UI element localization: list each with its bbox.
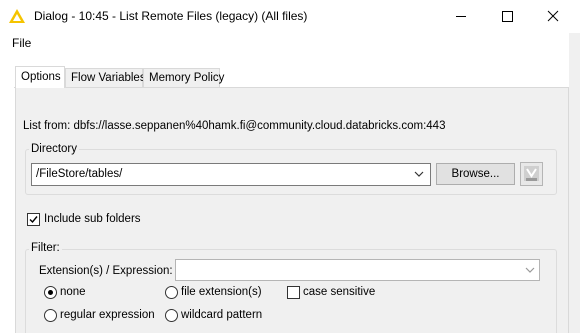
case-sensitive-label: case sensitive xyxy=(303,286,376,298)
include-subfolders-label: Include sub folders xyxy=(44,213,141,225)
maximize-icon xyxy=(502,11,513,22)
radio-file-extension[interactable] xyxy=(165,286,178,299)
chevron-down-icon[interactable] xyxy=(524,264,536,276)
tab-options[interactable]: Options xyxy=(15,66,65,88)
case-sensitive-checkbox[interactable] xyxy=(287,286,300,299)
minimize-button[interactable] xyxy=(438,0,484,33)
browse-button[interactable]: Browse... xyxy=(436,163,515,185)
flow-variable-icon xyxy=(524,166,539,181)
close-button[interactable] xyxy=(530,0,576,33)
directory-value: /FileStore/tables/ xyxy=(36,168,123,180)
list-from-label: List from: dbfs://lasse.seppanen%40hamk.… xyxy=(23,120,446,132)
radio-regular-expression-label: regular expression xyxy=(60,309,155,321)
menu-file[interactable]: File xyxy=(12,36,31,50)
extension-combobox[interactable] xyxy=(175,259,540,281)
chevron-down-icon[interactable] xyxy=(413,168,425,180)
warning-triangle-icon xyxy=(9,9,25,23)
checkmark-icon xyxy=(29,216,38,224)
extension-label: Extension(s) / Expression: xyxy=(39,265,173,277)
window-title: Dialog - 10:45 - List Remote Files (lega… xyxy=(34,9,308,23)
radio-file-extension-label: file extension(s) xyxy=(181,286,262,298)
close-icon xyxy=(547,10,559,22)
radio-regular-expression[interactable] xyxy=(44,309,57,322)
tab-memory-policy[interactable]: Memory Policy xyxy=(143,68,224,87)
flow-variable-button[interactable] xyxy=(520,162,543,186)
background-strip xyxy=(569,33,580,333)
radio-none[interactable] xyxy=(44,286,57,299)
radio-wildcard-pattern[interactable] xyxy=(165,309,178,322)
minimize-icon xyxy=(456,16,466,17)
directory-legend: Directory xyxy=(29,143,80,155)
maximize-button[interactable] xyxy=(484,0,530,33)
radio-none-label: none xyxy=(60,286,86,298)
radio-wildcard-pattern-label: wildcard pattern xyxy=(181,309,263,321)
filter-legend: Filter: xyxy=(29,242,62,254)
tab-flow-variables[interactable]: Flow Variables xyxy=(65,68,146,87)
include-subfolders-checkbox[interactable] xyxy=(27,213,40,226)
